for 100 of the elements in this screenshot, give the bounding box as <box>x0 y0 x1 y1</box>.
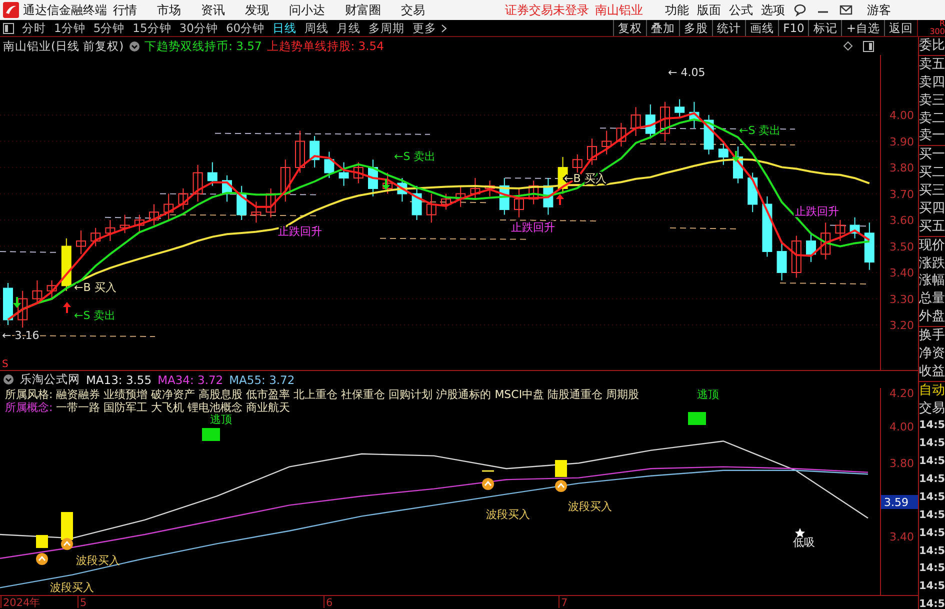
user-label[interactable]: 游客 <box>867 2 891 18</box>
indicator-value: 下趋势双线持币: 3.57 <box>144 38 262 54</box>
dropdown-icon[interactable] <box>3 374 14 385</box>
trade-label[interactable]: 交易 <box>919 400 945 418</box>
menu-item[interactable]: 交易 <box>401 2 425 18</box>
signal-label: 低吸 <box>793 536 815 549</box>
date-tick: 7 <box>561 597 568 609</box>
candlestick <box>61 238 72 292</box>
menu-item[interactable]: 资讯 <box>201 2 225 18</box>
period-tab[interactable]: 月线 <box>332 20 365 36</box>
toolbar-button[interactable]: 统计 <box>712 20 746 36</box>
chevron-icon[interactable] <box>440 24 447 32</box>
candlestick <box>178 188 188 210</box>
candlestick <box>90 227 101 247</box>
menu-item[interactable]: 问小达 <box>289 2 325 18</box>
quote-field-label: 现价 <box>919 236 945 254</box>
time-label: 14:5 <box>919 561 945 576</box>
corner-label: 300 <box>930 28 945 36</box>
toolbar-button[interactable]: 返回 <box>884 20 917 36</box>
signal-label: 波段买入 <box>76 554 120 567</box>
price-tick: 3.50 <box>890 240 914 254</box>
toolbar-button[interactable]: 标记 <box>808 20 842 36</box>
panel-toggle-icon[interactable] <box>863 40 874 52</box>
toolbar-button[interactable]: 画线 <box>745 20 778 36</box>
down-arrow-icon <box>732 151 740 162</box>
date-tick: 6 <box>326 597 333 609</box>
period-tab[interactable]: 5分钟 <box>89 20 129 36</box>
auto-trade-label[interactable]: 自动 <box>919 382 945 400</box>
time-label: 14:5 <box>919 526 945 541</box>
period-tab[interactable]: 分时 <box>18 20 50 36</box>
quote-field-label: 总量 <box>919 290 945 308</box>
period-tab[interactable]: 日线 <box>268 20 301 36</box>
candlestick <box>776 240 787 281</box>
candlestick <box>718 140 728 166</box>
menu-item[interactable]: 行情 <box>113 2 137 18</box>
time-label: 14:5 <box>919 544 945 558</box>
candlestick <box>484 180 495 197</box>
candlestick <box>295 130 305 174</box>
concept-tags: 一带一路 国防军工 大飞机 锂电池概念 商业航天 <box>56 401 290 414</box>
mail-icon[interactable] <box>839 3 853 17</box>
quote-field-label: 卖一 <box>919 127 945 146</box>
quote-field-label: 收益 <box>919 362 945 381</box>
menu-item[interactable]: 公式 <box>729 2 753 18</box>
menu-item[interactable]: 发现 <box>245 2 269 18</box>
signal-label: 逃顶 <box>210 413 232 426</box>
menu-item[interactable]: 选项 <box>761 2 785 18</box>
candlestick <box>192 164 203 202</box>
menu-item[interactable]: 功能 <box>665 2 689 18</box>
style-label: 所属风格: <box>5 388 53 401</box>
candlestick <box>864 222 874 270</box>
candlestick <box>514 188 524 218</box>
candlestick <box>820 222 831 260</box>
period-tab[interactable]: 多周期 <box>364 20 409 36</box>
candlestick <box>134 214 144 234</box>
candlestick <box>426 193 436 224</box>
candlestick <box>368 159 378 197</box>
signal-label: ←S 卖出 <box>394 150 436 163</box>
candlestick <box>412 185 422 220</box>
period-tab[interactable]: 60分钟 <box>222 20 269 36</box>
price-tick: 3.70 <box>890 188 914 201</box>
candlestick <box>470 178 480 200</box>
login-status[interactable]: 证券交易未登录 <box>505 2 589 18</box>
quote-field-label: 买四 <box>919 200 945 218</box>
candlestick <box>310 136 320 168</box>
toolbar-button[interactable]: 叠加 <box>646 20 680 36</box>
time-label: 14:5 <box>919 490 945 505</box>
candlestick <box>164 193 174 220</box>
diamond-icon[interactable] <box>843 40 853 50</box>
candlestick <box>266 188 276 218</box>
toolbar-button[interactable]: 复权 <box>613 20 646 36</box>
candlestick <box>397 178 408 202</box>
period-tab[interactable]: 周线 <box>300 20 333 36</box>
scale-mark: S <box>2 359 8 370</box>
signal-label: ← 4.05 <box>668 66 706 79</box>
dropdown-icon[interactable] <box>128 40 140 52</box>
period-tab[interactable]: 30分钟 <box>175 20 222 36</box>
signal-label: 止跌回升 <box>795 205 839 218</box>
menu-item[interactable]: 市场 <box>157 2 181 18</box>
period-tab[interactable]: 1分钟 <box>50 20 90 36</box>
price-tick: 3.90 <box>890 135 914 148</box>
signal-label: 止跌回升 <box>511 221 555 234</box>
time-label: 14:5 <box>919 454 945 470</box>
panel-toggle-icon[interactable] <box>3 22 14 34</box>
candlestick <box>850 216 860 239</box>
toolbar-button[interactable]: F10 <box>778 20 808 36</box>
toolbar-button[interactable]: +自选 <box>841 20 884 36</box>
menu-item[interactable]: 财富圈 <box>345 2 381 18</box>
candlestick <box>120 214 130 234</box>
period-tab[interactable]: 15分钟 <box>128 20 176 36</box>
candlestick <box>499 178 510 216</box>
candlestick <box>338 162 349 186</box>
candlestick <box>324 151 334 178</box>
menu-item[interactable]: 版面 <box>697 2 721 18</box>
chat-icon[interactable] <box>793 3 807 17</box>
toolbar-button[interactable]: 多股 <box>679 20 712 36</box>
time-label: 14:5 <box>919 597 945 609</box>
candlestick <box>207 162 218 186</box>
ma-value: MA13: 3.55 <box>86 372 152 386</box>
more-menu[interactable]: 更多 <box>408 20 441 36</box>
down-arrow-icon <box>13 297 21 308</box>
